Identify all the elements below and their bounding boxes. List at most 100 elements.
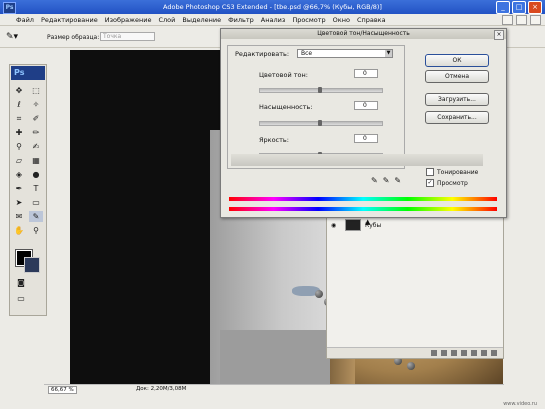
blur-tool-icon[interactable]: ◈ (12, 169, 26, 180)
adjustment-layer-icon[interactable] (461, 350, 467, 356)
menu-bar: Файл Редактирование Изображение Слой Выд… (0, 14, 545, 26)
preview-label: Просмотр (437, 179, 468, 187)
new-layer-icon[interactable] (481, 350, 487, 356)
eyedropper-icon[interactable]: ✎▾ (6, 32, 18, 42)
eyedropper-plus-icon[interactable]: ✎ (383, 176, 390, 185)
eyedropper-tool-icon[interactable]: ✎ (29, 211, 43, 222)
lightness-input[interactable]: 0 (354, 134, 378, 143)
chevron-down-icon: ▼ (385, 50, 392, 57)
path-select-tool-icon[interactable]: ➤ (12, 197, 26, 208)
history-brush-tool-icon[interactable]: ✍ (29, 141, 43, 152)
menu-analysis[interactable]: Анализ (261, 16, 286, 24)
slice-tool-icon[interactable]: ✐ (29, 113, 43, 124)
menu-help[interactable]: Справка (357, 16, 386, 24)
doc-restore-button[interactable] (516, 15, 527, 25)
hand-tool-icon[interactable]: ✋ (12, 225, 26, 236)
menu-select[interactable]: Выделение (182, 16, 221, 24)
notes-tool-icon[interactable]: ✉ (12, 211, 26, 222)
background-color-swatch[interactable] (24, 257, 40, 273)
preview-checkbox[interactable]: ✓ Просмотр (426, 179, 468, 187)
toolbox: Ps ✥ ⬚ ℓ ✧ ⌗ ✐ ✚ ✏ ⚲ ✍ ▱ ▦ ◈ ● ✒ T ➤ ▭ ✉… (9, 64, 47, 316)
edit-label: Редактировать: (235, 50, 290, 58)
zoom-tool-icon[interactable]: ⚲ (29, 225, 43, 236)
hue-input[interactable]: 0 (354, 69, 378, 78)
edit-select-value: Все (301, 50, 313, 57)
document-window-controls (502, 15, 541, 25)
close-button[interactable]: × (528, 1, 542, 14)
hue-slider-knob[interactable] (318, 87, 322, 93)
colorize-checkbox[interactable]: Тонирование (426, 168, 478, 176)
menu-image[interactable]: Изображение (105, 16, 152, 24)
dodge-tool-icon[interactable]: ● (29, 169, 43, 180)
load-button[interactable]: Загрузить... (425, 93, 489, 106)
dialog-divider (231, 154, 483, 166)
preview-checkbox-box[interactable]: ✓ (426, 179, 434, 187)
eyedropper-icon[interactable]: ✎ (371, 176, 378, 185)
new-group-icon[interactable] (471, 350, 477, 356)
crop-tool-icon[interactable]: ⌗ (12, 113, 26, 124)
layer-thumbnail (345, 219, 361, 231)
ok-button[interactable]: ОК (425, 54, 489, 67)
menu-layer[interactable]: Слой (158, 16, 175, 24)
edit-select[interactable]: Все ▼ (297, 49, 393, 58)
cancel-button[interactable]: Отмена (425, 70, 489, 83)
hue-spectrum-bottom (229, 207, 497, 211)
menu-view[interactable]: Просмотр (292, 16, 325, 24)
menu-file[interactable]: Файл (16, 16, 34, 24)
document-status-bar: 66,67 % Док: 2,20M/3,08M (44, 384, 504, 395)
move-tool-icon[interactable]: ✥ (12, 85, 26, 96)
quick-mask-icon[interactable]: ◙ (14, 277, 28, 288)
layer-mask-icon[interactable] (451, 350, 457, 356)
lasso-tool-icon[interactable]: ℓ (12, 99, 26, 110)
maximize-button[interactable]: □ (512, 1, 526, 14)
toolbox-logo: Ps (11, 66, 45, 80)
watermark: www.video.ru (503, 401, 537, 407)
image-hair (70, 50, 220, 384)
minimize-button[interactable]: _ (496, 1, 510, 14)
title-bar: Ps Adobe Photoshop CS3 Extended - [tbe.p… (0, 0, 545, 14)
type-tool-icon[interactable]: T (29, 183, 43, 194)
hue-slider[interactable] (259, 87, 383, 93)
saturation-slider-knob[interactable] (318, 120, 322, 126)
dialog-close-icon[interactable]: × (494, 30, 504, 40)
lightness-label: Яркость: (259, 136, 289, 144)
magic-wand-tool-icon[interactable]: ✧ (29, 99, 43, 110)
menu-edit[interactable]: Редактирование (41, 16, 98, 24)
hue-label: Цветовой тон: (259, 71, 308, 79)
doc-minimize-button[interactable] (502, 15, 513, 25)
spectrum-range-slider[interactable]: ▲ (365, 218, 370, 226)
eyedropper-minus-icon[interactable]: ✎ (394, 176, 401, 185)
eraser-tool-icon[interactable]: ▱ (12, 155, 26, 166)
hue-spectrum-top (229, 197, 497, 201)
layers-panel-footer (327, 347, 503, 358)
gradient-tool-icon[interactable]: ▦ (29, 155, 43, 166)
healing-tool-icon[interactable]: ✚ (12, 127, 26, 138)
save-button[interactable]: Сохранить... (425, 111, 489, 124)
saturation-slider[interactable] (259, 120, 383, 126)
doc-close-button[interactable] (530, 15, 541, 25)
eyedropper-group: ✎ ✎ ✎ (371, 176, 401, 185)
saturation-label: Насыщенность: (259, 103, 313, 111)
screen-mode-icon[interactable]: ▭ (14, 293, 28, 304)
menu-window[interactable]: Окно (333, 16, 350, 24)
shape-tool-icon[interactable]: ▭ (29, 197, 43, 208)
link-layers-icon[interactable] (431, 350, 437, 356)
colorize-checkbox-box[interactable] (426, 168, 434, 176)
sample-size-select[interactable]: Точка (100, 32, 155, 41)
zoom-field[interactable]: 66,67 % (48, 386, 77, 394)
saturation-input[interactable]: 0 (354, 101, 378, 110)
window-title: Adobe Photoshop CS3 Extended - [tbe.psd … (163, 3, 382, 11)
image-neck (220, 330, 330, 384)
layer-style-icon[interactable] (441, 350, 447, 356)
pen-tool-icon[interactable]: ✒ (12, 183, 26, 194)
layer-row[interactable]: ◉ Кубы (327, 218, 503, 232)
stamp-tool-icon[interactable]: ⚲ (12, 141, 26, 152)
marquee-tool-icon[interactable]: ⬚ (29, 85, 43, 96)
document-info: Док: 2,20M/3,08M (136, 386, 187, 392)
menu-filter[interactable]: Фильтр (228, 16, 254, 24)
brush-tool-icon[interactable]: ✏ (29, 127, 43, 138)
eye-icon[interactable]: ◉ (331, 222, 336, 229)
delete-layer-icon[interactable] (491, 350, 497, 356)
dialog-title: Цветовой тон/Насыщенность (221, 29, 506, 39)
layers-panel: ◉ Кубы (326, 205, 504, 359)
